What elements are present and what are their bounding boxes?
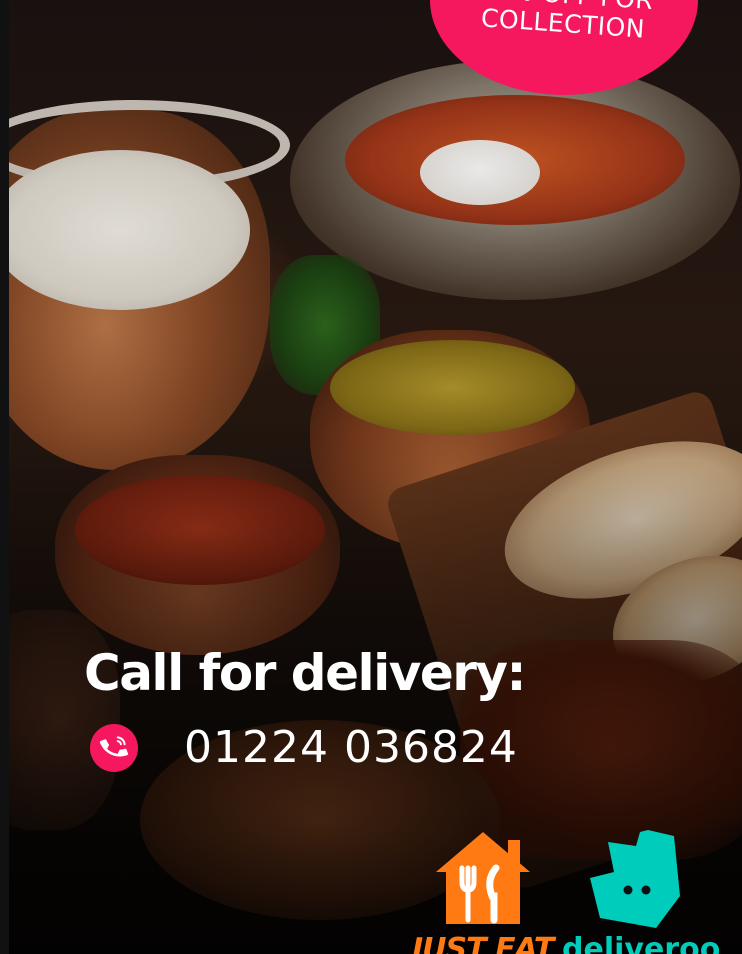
- deliveroo-logo-text[interactable]: deliveroo: [562, 932, 720, 954]
- phone-number[interactable]: 01224 036824: [184, 722, 518, 773]
- call-for-delivery-heading: Call for delivery:: [84, 644, 527, 702]
- promo-poster: 10% OFF FOR COLLECTION Call for delivery…: [0, 0, 742, 954]
- just-eat-logo-text[interactable]: JUST EAT: [412, 932, 554, 954]
- house-fork-knife-icon[interactable]: [432, 828, 534, 928]
- kangaroo-icon[interactable]: [586, 828, 682, 932]
- left-edge-strip: [0, 0, 9, 954]
- phone-row[interactable]: 01224 036824: [90, 722, 518, 773]
- phone-icon[interactable]: [90, 723, 138, 772]
- dark-gradient-overlay: [0, 0, 742, 954]
